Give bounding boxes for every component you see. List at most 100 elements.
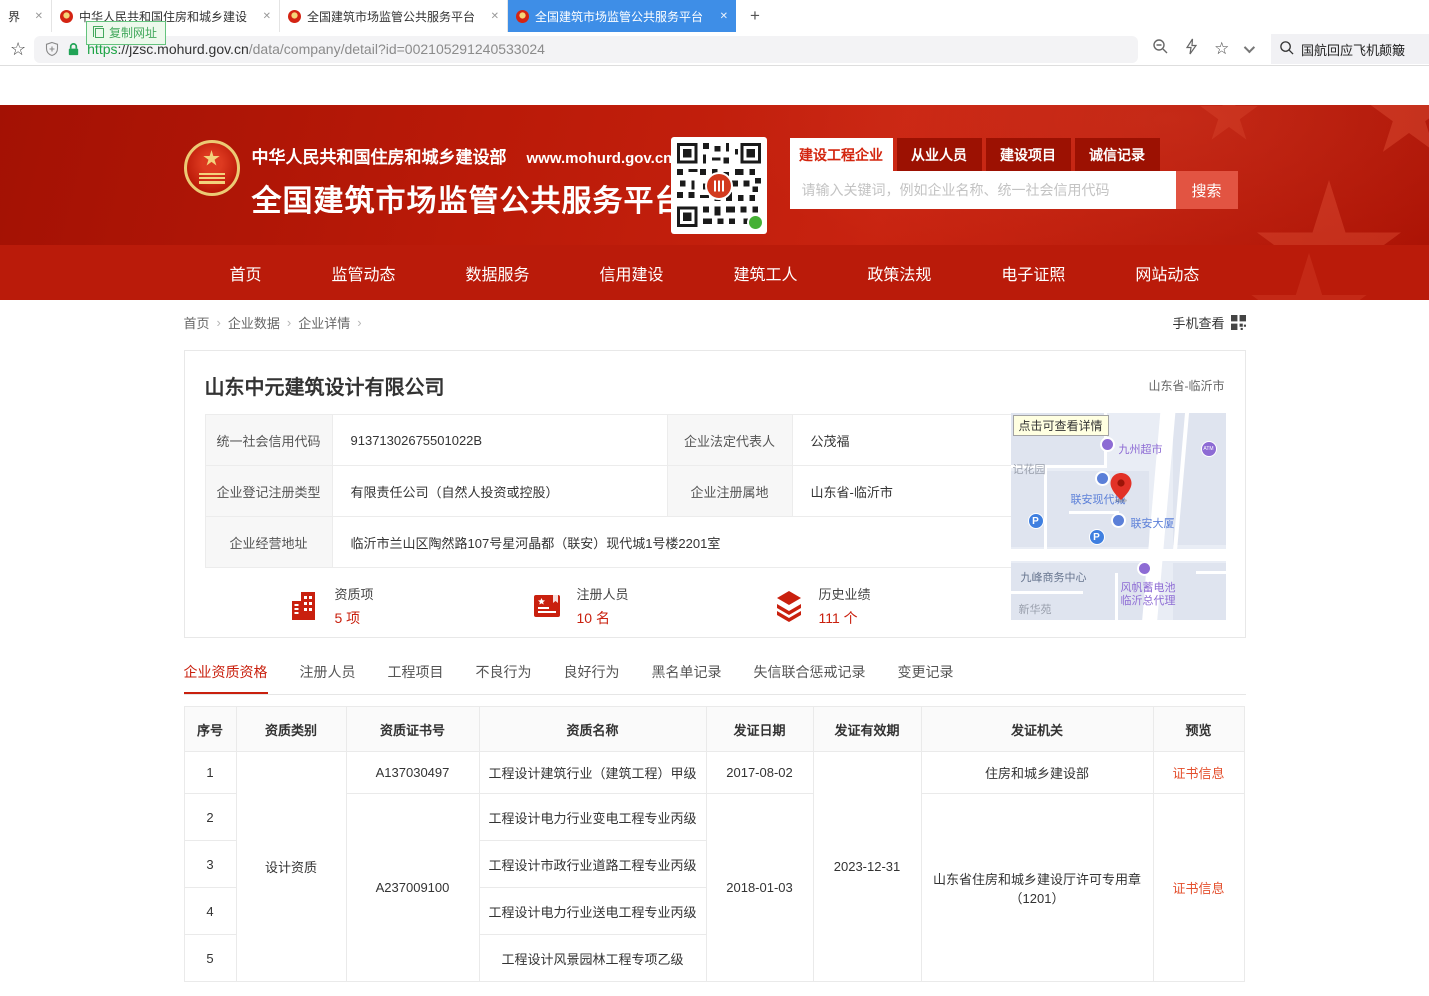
certificate-icon	[529, 588, 565, 624]
breadcrumb-enterprise-detail[interactable]: 企业详情	[298, 313, 350, 332]
zoom-out-icon[interactable]	[1152, 38, 1169, 60]
copy-tooltip-label: 复制网址	[109, 24, 157, 41]
cell-preview: 证书信息	[1153, 752, 1244, 794]
favorite-star-icon[interactable]	[1214, 39, 1229, 59]
tab-close-icon[interactable]	[35, 11, 43, 22]
search-tab-construction-enterprise[interactable]: 建设工程企业	[790, 138, 893, 171]
platform-title: 全国建筑市场监管公共服务平台	[252, 176, 686, 220]
site-favicon-icon	[516, 10, 529, 23]
tab-dishonesty-records[interactable]: 失信联合惩戒记录	[754, 662, 866, 694]
nav-item-home[interactable]: 首页	[230, 261, 262, 285]
address-label: 企业经营地址	[205, 517, 332, 568]
reg-region-value: 山东省-临沂市	[792, 466, 1012, 517]
tab-blacklist-records[interactable]: 黑名单记录	[652, 662, 722, 694]
nav-item-e-certificates[interactable]: 电子证照	[1001, 261, 1065, 285]
site-favicon-icon	[288, 10, 301, 23]
tab-good-behavior[interactable]: 良好行为	[564, 662, 620, 694]
reg-type-label: 企业登记注册类型	[205, 466, 332, 517]
bookmark-star-icon[interactable]	[10, 39, 26, 60]
cell-cert-number: A237009100	[346, 794, 479, 982]
stat-historical-performance: 历史业绩 111 个	[771, 584, 1013, 628]
browser-tab-2[interactable]: 全国建筑市场监管公共服务平台	[280, 0, 508, 32]
cell-issue-date: 2017-08-02	[706, 752, 813, 794]
tab-close-icon[interactable]	[491, 11, 499, 22]
nav-item-data-services[interactable]: 数据服务	[465, 261, 529, 285]
map-road	[1196, 571, 1226, 574]
national-emblem-icon	[184, 140, 240, 196]
new-tab-button[interactable]	[736, 0, 774, 32]
quick-search-box[interactable]: 国航回应飞机颠簸	[1271, 34, 1429, 64]
map-road	[1011, 591, 1083, 594]
tab-close-icon[interactable]	[720, 11, 728, 22]
map-parking-icon: P	[1089, 529, 1105, 545]
cell-qual-name: 工程设计风景园林工程专项乙级	[479, 935, 706, 982]
search-button[interactable]: 搜索	[1176, 171, 1238, 209]
map-pin-lianan-tower-icon	[1111, 513, 1126, 528]
decor-star-icon	[1249, 253, 1369, 300]
nav-item-supervision-news[interactable]: 监管动态	[331, 261, 395, 285]
tab-close-icon[interactable]	[263, 11, 271, 22]
nav-item-credit-building[interactable]: 信用建设	[599, 261, 663, 285]
certificate-info-link[interactable]: 证书信息	[1172, 881, 1224, 896]
cell-cert-number: A137030497	[346, 752, 479, 794]
cell-validity: 2023-12-31	[813, 752, 921, 982]
breadcrumb-enterprise-data[interactable]: 企业数据	[228, 313, 280, 332]
map-label-business-center: 九峰商务中心	[1021, 569, 1087, 585]
cell-qual-name: 工程设计电力行业变电工程专业丙级	[479, 794, 706, 841]
breadcrumb-home[interactable]: 首页	[184, 313, 210, 332]
map-tooltip: 点击可查看详情	[1013, 415, 1109, 436]
tab-registered-personnel[interactable]: 注册人员	[300, 662, 356, 694]
tab-bad-behavior[interactable]: 不良行为	[476, 662, 532, 694]
chevron-down-icon[interactable]	[1244, 42, 1255, 53]
site-brand: 中华人民共和国住房和城乡建设部 www.mohurd.gov.cn 全国建筑市场…	[252, 143, 686, 220]
mobile-view-link[interactable]: 手机查看	[1172, 313, 1245, 332]
browser-tab-0[interactable]: 界	[0, 0, 52, 32]
wechat-badge-icon	[747, 214, 764, 231]
search-tab-practitioners[interactable]: 从业人员	[897, 138, 982, 171]
search-icon	[1279, 40, 1294, 58]
map-main-road	[1011, 549, 1226, 561]
location-map[interactable]: 九州超市 ATM 记花园 联安现代城 联安大厦 P P 九峰商务中心 风帆蓄电池…	[1011, 413, 1226, 620]
breadcrumb-separator	[217, 315, 221, 330]
emblem-gate-icon	[199, 173, 225, 184]
company-stats: 资质项 5 项 注册人员 10 名	[205, 584, 1013, 628]
flash-icon[interactable]	[1184, 38, 1199, 60]
map-label-xinhuayuan: 新华苑	[1019, 601, 1052, 617]
map-label-lianan-tower: 联安大厦	[1131, 515, 1175, 531]
nav-item-policies[interactable]: 政策法规	[867, 261, 931, 285]
stat-value: 5 项	[335, 608, 374, 628]
copy-icon	[95, 28, 104, 38]
stat-label: 历史业绩	[819, 584, 871, 603]
cell-authority: 山东省住房和城乡建设厅许可专用章（1201）	[921, 794, 1153, 982]
reg-type-value: 有限责任公司（自然人投资或控股）	[332, 466, 667, 517]
cell-qual-name: 工程设计建筑行业（建筑工程）甲级	[479, 752, 706, 794]
nav-item-construction-workers[interactable]: 建筑工人	[733, 261, 797, 285]
tab-enterprise-qualifications[interactable]: 企业资质资格	[184, 662, 268, 694]
search-tab-projects[interactable]: 建设项目	[986, 138, 1071, 171]
address-bar-row: https://jzsc.mohurd.gov.cn/data/company/…	[0, 32, 1429, 66]
detail-tabs: 企业资质资格 注册人员 工程项目 不良行为 良好行为 黑名单记录 失信联合惩戒记…	[184, 662, 1246, 695]
tab-change-records[interactable]: 变更记录	[898, 662, 954, 694]
address-bar[interactable]: https://jzsc.mohurd.gov.cn/data/company/…	[34, 36, 1138, 63]
map-pin-supermarket-icon	[1100, 437, 1115, 452]
col-index: 序号	[184, 707, 236, 752]
cell-authority: 住房和城乡建设部	[921, 752, 1153, 794]
tab-projects[interactable]: 工程项目	[388, 662, 444, 694]
search-tab-credit-records[interactable]: 诚信记录	[1075, 138, 1160, 171]
site-header: 中华人民共和国住房和城乡建设部 www.mohurd.gov.cn 全国建筑市场…	[0, 105, 1429, 245]
address-value: 临沂市兰山区陶然路107号星河晶都（联安）现代城1号楼2201室	[332, 517, 1012, 568]
browser-tab-bar: 界 中华人民共和国住房和城乡建设 全国建筑市场监管公共服务平台 全国建筑市场监管…	[0, 0, 1429, 32]
nav-item-site-news[interactable]: 网站动态	[1135, 261, 1199, 285]
shield-icon[interactable]	[44, 41, 60, 57]
qr-mini-icon	[1231, 315, 1246, 330]
qr-logo-icon	[705, 172, 733, 200]
map-label-supermarket: 九州超市	[1119, 441, 1163, 457]
stat-value: 10 名	[577, 608, 629, 628]
cell-category: 设计资质	[236, 752, 346, 982]
browser-tab-active[interactable]: 全国建筑市场监管公共服务平台	[508, 0, 736, 32]
keyword-input[interactable]	[790, 171, 1176, 209]
certificate-info-link[interactable]: 证书信息	[1172, 766, 1224, 781]
main-content: 首页 企业数据 企业详情 手机查看 山东中元建筑设计有限公司 山东省-临沂市 统…	[184, 300, 1246, 982]
cell-index: 2	[184, 794, 236, 841]
stat-label: 注册人员	[577, 584, 629, 603]
